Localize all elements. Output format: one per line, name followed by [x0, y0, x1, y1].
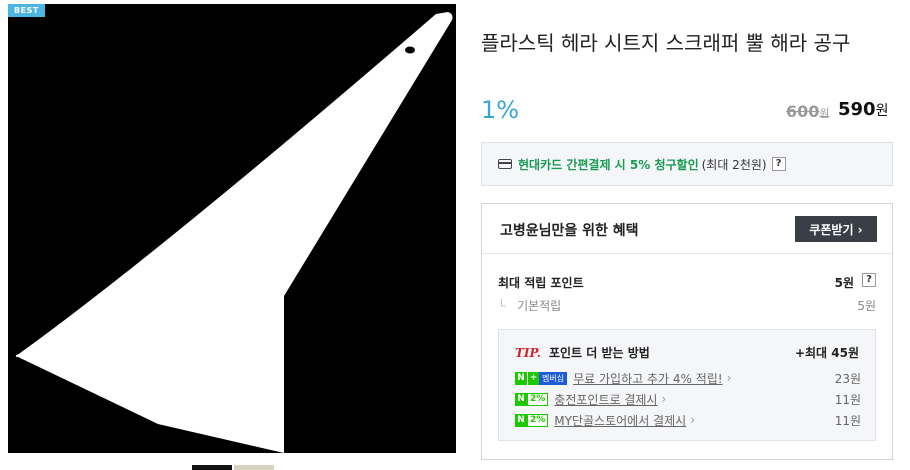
points-help-button[interactable]: ?: [862, 273, 876, 287]
tip-row-my-store[interactable]: N 2% MY단골스토어에서 결제시 › 11원: [515, 412, 861, 428]
naver-n-icon: N: [515, 392, 527, 406]
naver-n-icon: N: [515, 371, 527, 385]
max-points-label: 최대 적립 포인트: [498, 276, 584, 290]
thumbnail-2[interactable]: [234, 465, 274, 470]
card-promo-text: 현대카드 간편결제 시 5% 청구할인: [518, 157, 699, 172]
original-price-value: 600: [786, 102, 820, 121]
original-price-unit: 원: [819, 107, 830, 120]
benefit-header: 고병윤님만을 위한 혜택 쿠폰받기 ›: [482, 204, 892, 254]
chevron-right-icon: ›: [726, 371, 732, 385]
scraper-image: [15, 12, 453, 453]
chevron-right-icon: ›: [690, 413, 695, 427]
sale-price: 590원: [838, 99, 888, 120]
tip-row-link[interactable]: 무료 가입하고 추가 4% 적립!: [573, 370, 723, 387]
basic-points-value: 5원: [857, 299, 876, 313]
sale-price-unit: 원: [875, 103, 889, 119]
max-points-value: 5원: [834, 276, 854, 290]
thumbnail-1[interactable]: [192, 465, 232, 470]
card-promo-note: (최대 2천원): [701, 157, 767, 172]
product-image[interactable]: BEST: [8, 4, 456, 453]
tip-row-link[interactable]: MY단골스토어에서 결제시: [554, 412, 686, 429]
naver-pay-2pct-badge: N 2%: [515, 413, 549, 427]
card-promo-box: 현대카드 간편결제 시 5% 청구할인 (최대 2천원) ?: [481, 142, 893, 186]
basic-points-label: 기본적립: [517, 299, 562, 313]
percent-label: 2%: [527, 392, 549, 406]
max-points-row: 최대 적립 포인트 5원 ?: [498, 273, 876, 291]
basic-points-row: └ 기본적립 5원: [498, 297, 876, 314]
naver-pay-2pct-badge: N 2%: [515, 392, 549, 406]
tip-row-value: 23원: [834, 372, 861, 386]
plus-icon: +: [527, 371, 539, 385]
naver-plus-membership-badge: N + 멤버십: [515, 371, 568, 385]
tip-row-value: 11원: [834, 393, 861, 407]
tip-heading: TIP. 포인트 더 받는 방법: [515, 344, 650, 361]
tip-row-value: 11원: [834, 414, 861, 428]
benefit-panel: 고병윤님만을 위한 혜택 쿠폰받기 › 최대 적립 포인트 5원 ? └ 기본적…: [481, 203, 893, 460]
tip-row-membership[interactable]: N + 멤버십 무료 가입하고 추가 4% 적립! › 23원: [515, 370, 861, 386]
membership-label: 멤버십: [539, 371, 568, 385]
discount-rate: 1%: [481, 96, 520, 124]
product-title: 플라스틱 헤라 시트지 스크래퍼 뿔 해라 공구: [481, 31, 851, 55]
percent-label: 2%: [527, 413, 549, 427]
sale-price-value: 590: [838, 99, 876, 120]
tip-title: 포인트 더 받는 방법: [548, 346, 650, 360]
coupon-button[interactable]: 쿠폰받기 ›: [795, 216, 877, 242]
original-price: 600원: [786, 102, 830, 121]
best-badge: BEST: [8, 4, 45, 17]
card-help-button[interactable]: ?: [771, 157, 786, 171]
tip-row-link[interactable]: 충전포인트로 결제시: [554, 391, 657, 408]
tip-max-points: +최대 45원: [794, 346, 859, 360]
tip-row-charge-points[interactable]: N 2% 충전포인트로 결제시 › 11원: [515, 391, 861, 407]
tip-box: TIP. 포인트 더 받는 방법 +최대 45원 N + 멤버십 무료 가입하고 추…: [498, 329, 876, 441]
credit-card-icon: [498, 159, 512, 169]
naver-n-icon: N: [515, 413, 527, 427]
chevron-right-icon: ›: [661, 392, 667, 406]
tip-mark: TIP.: [515, 346, 541, 360]
tree-branch-icon: └: [498, 299, 506, 313]
benefit-title: 고병윤님만을 위한 혜택: [500, 223, 639, 239]
